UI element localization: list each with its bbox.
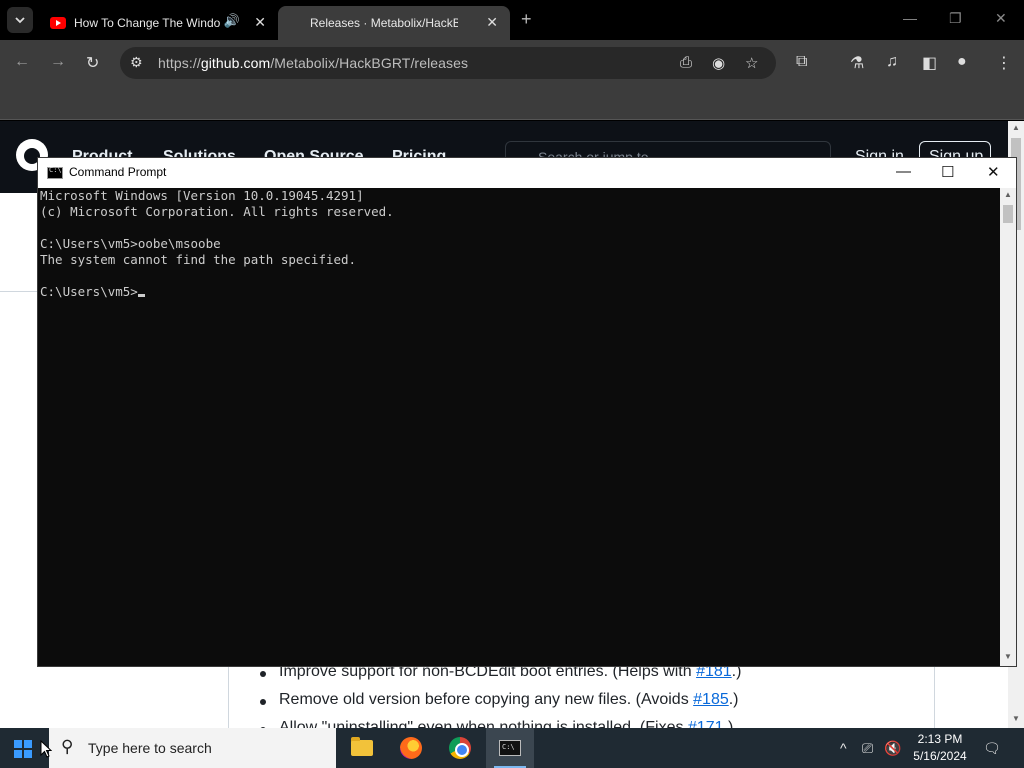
site-settings-icon[interactable]: ⚙ xyxy=(130,54,143,71)
console-line: ​ xyxy=(40,220,1000,236)
scroll-down-arrow-icon[interactable]: ▼ xyxy=(1012,714,1020,723)
reload-icon[interactable]: ↻ xyxy=(86,53,99,73)
install-app-icon[interactable]: ⎙ xyxy=(680,54,692,71)
note-text: Allow "uninstalling" even when nothing i… xyxy=(279,719,688,728)
browser-toolbar: ← → ↻ ⚙ https://github.com/Metabolix/Hac… xyxy=(0,40,1024,86)
note-text: .) xyxy=(728,691,739,708)
taskbar-firefox[interactable] xyxy=(387,728,435,768)
release-notes-list: Improve support for non-BCDEdit boot ent… xyxy=(259,663,741,728)
note-text: Remove old version before copying any ne… xyxy=(279,691,694,708)
scrollbar-thumb[interactable] xyxy=(1003,205,1013,223)
side-panel-icon[interactable]: ◧ xyxy=(922,53,937,73)
window-title: Command Prompt xyxy=(69,165,167,179)
windows-start-icon[interactable] xyxy=(14,740,32,758)
chevron-up-icon[interactable]: ^ xyxy=(840,740,847,756)
url-domain: github.com xyxy=(200,55,271,71)
taskbar: ⚲ Type here to search C:\ ^ ⎚ 🔇 2:13 PM … xyxy=(0,728,1024,768)
network-icon[interactable]: ⎚ xyxy=(862,740,873,757)
console-prompt: C:\Users\vm5> xyxy=(40,284,138,299)
extensions-icon[interactable]: ⧉ xyxy=(796,53,807,71)
browser-tab-bar: How To Change The Windo 🔊 ✕ Releases · M… xyxy=(0,0,1024,40)
console-line: Microsoft Windows [Version 10.0.19045.42… xyxy=(40,188,364,203)
speaker-icon[interactable]: 🔊 xyxy=(224,13,240,29)
console-prompt-line[interactable]: C:\Users\vm5> xyxy=(40,284,1000,300)
scroll-up-arrow-icon[interactable]: ▲ xyxy=(1004,190,1012,199)
tab-title: How To Change The Windo xyxy=(74,16,221,30)
volume-muted-icon[interactable]: 🔇 xyxy=(884,740,901,757)
forward-icon[interactable]: → xyxy=(50,53,66,71)
terminal-icon: C:\ xyxy=(499,740,521,756)
close-icon[interactable]: ✕ xyxy=(254,14,266,31)
close-icon[interactable]: ✕ xyxy=(486,14,498,31)
tab-title: Releases · Metabolix/HackBGRT xyxy=(310,16,458,30)
console-line: ​ xyxy=(40,268,1000,284)
tracking-protection-icon[interactable]: ◉ xyxy=(712,54,725,72)
divider xyxy=(0,291,38,292)
url-scheme: https:// xyxy=(158,55,201,71)
minimize-icon[interactable]: — xyxy=(896,163,911,180)
cmd-scrollbar[interactable]: ▲ ▼ xyxy=(1000,188,1016,666)
clock-time: 2:13 PM xyxy=(917,732,963,746)
text-cursor xyxy=(137,294,145,297)
cmd-title-bar[interactable]: Command Prompt — ☐ ✕ xyxy=(38,158,1016,188)
command-prompt-window[interactable]: Command Prompt — ☐ ✕ Microsoft Windows [… xyxy=(37,157,1017,667)
console-line: (c) Microsoft Corporation. All rights re… xyxy=(40,204,394,219)
note-text: .) xyxy=(723,719,734,728)
console-line: The system cannot find the path specifie… xyxy=(40,252,357,267)
issue-link[interactable]: #171 xyxy=(688,719,724,728)
taskbar-command-prompt[interactable]: C:\ xyxy=(486,728,534,768)
youtube-icon xyxy=(50,17,66,29)
taskbar-chrome[interactable] xyxy=(436,728,484,768)
firefox-icon xyxy=(400,737,422,759)
address-bar[interactable]: ⚙ https://github.com/Metabolix/HackBGRT/… xyxy=(120,47,776,79)
console-line: C:\Users\vm5>oobe\msoobe xyxy=(40,236,221,251)
back-icon[interactable]: ← xyxy=(14,53,30,71)
taskbar-clock[interactable]: 2:13 PM 5/16/2024 xyxy=(906,731,974,765)
search-icon: ⚲ xyxy=(61,737,74,756)
minimize-icon[interactable]: — xyxy=(903,10,917,26)
address-url[interactable]: https://github.com/Metabolix/HackBGRT/re… xyxy=(158,55,468,71)
bookmark-bar xyxy=(0,86,1024,120)
browser-tab-youtube[interactable]: How To Change The Windo 🔊 ✕ xyxy=(40,6,278,40)
bookmark-star-icon[interactable]: ☆ xyxy=(745,54,758,72)
folder-icon xyxy=(351,737,373,756)
scroll-down-arrow-icon[interactable]: ▼ xyxy=(1004,652,1012,661)
new-tab-button[interactable]: + xyxy=(521,9,532,30)
scroll-up-arrow-icon[interactable]: ▲ xyxy=(1012,123,1020,132)
list-item: Improve support for non-BCDEdit boot ent… xyxy=(259,663,741,691)
taskbar-file-explorer[interactable] xyxy=(338,728,386,768)
profile-avatar-icon[interactable]: ● xyxy=(957,53,967,71)
console-output[interactable]: Microsoft Windows [Version 10.0.19045.42… xyxy=(40,188,1000,666)
maximize-icon[interactable]: ☐ xyxy=(941,163,954,181)
browser-tab-releases[interactable]: Releases · Metabolix/HackBGRT ✕ xyxy=(278,6,510,40)
notifications-icon[interactable]: 🗨 xyxy=(983,740,1001,757)
url-path: /Metabolix/HackBGRT/releases xyxy=(270,55,469,71)
chevron-down-icon xyxy=(15,17,25,24)
clock-date: 5/16/2024 xyxy=(913,749,967,763)
menu-kebab-icon[interactable]: ⋮ xyxy=(996,53,1012,73)
labs-flask-icon[interactable]: ⚗ xyxy=(850,53,864,73)
issue-link[interactable]: #185 xyxy=(693,691,729,708)
media-control-icon[interactable]: ♫ xyxy=(886,53,898,71)
search-placeholder: Type here to search xyxy=(88,740,212,756)
restore-icon[interactable]: ❐ xyxy=(949,10,962,27)
list-item: Allow "uninstalling" even when nothing i… xyxy=(259,719,741,728)
list-item: Remove old version before copying any ne… xyxy=(259,691,741,719)
close-window-icon[interactable]: ✕ xyxy=(995,10,1007,27)
close-icon[interactable]: ✕ xyxy=(987,163,1000,181)
console-icon xyxy=(47,166,63,179)
chrome-icon xyxy=(449,737,471,759)
tab-search-button[interactable] xyxy=(7,7,33,33)
taskbar-search-box[interactable]: ⚲ Type here to search xyxy=(49,728,336,768)
